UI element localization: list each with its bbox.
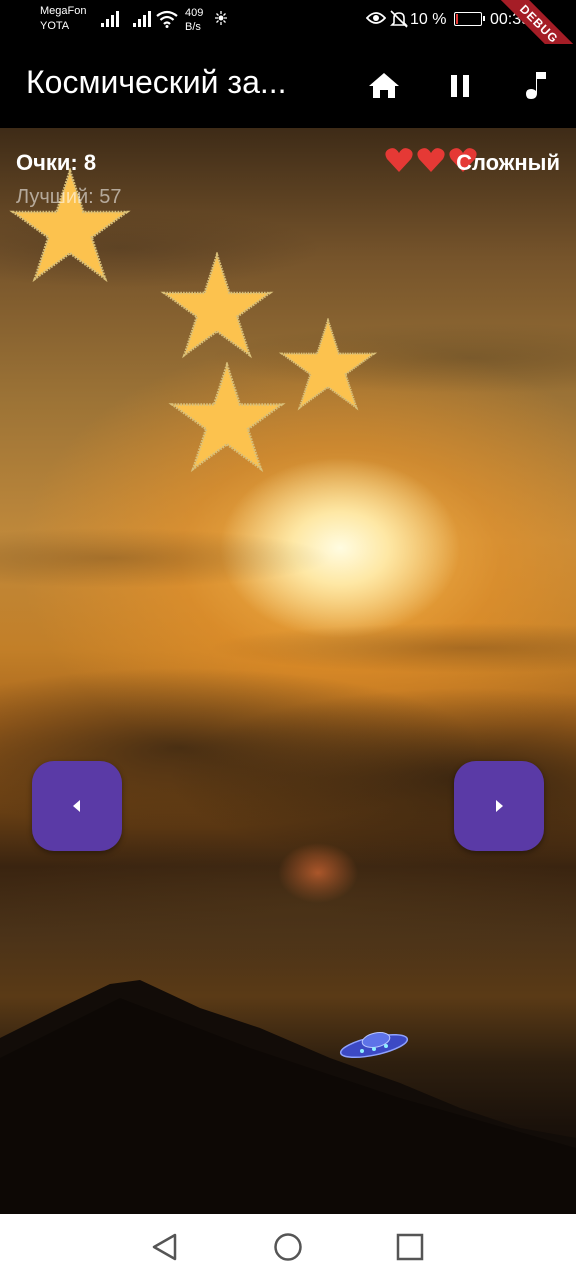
nav-back-button[interactable] xyxy=(148,1230,182,1264)
home-icon xyxy=(369,73,399,98)
signal-icon xyxy=(133,11,151,27)
nav-recents-button[interactable] xyxy=(393,1230,427,1264)
heart-icon xyxy=(417,148,445,172)
carrier-2: YOTA xyxy=(40,20,70,32)
wifi-icon xyxy=(156,10,178,28)
recents-icon xyxy=(396,1233,424,1261)
sync-icon xyxy=(215,11,227,25)
app-title: Космический за... xyxy=(26,64,287,100)
ufo-player[interactable] xyxy=(338,1024,412,1064)
star-item xyxy=(160,252,274,359)
star-item xyxy=(278,318,378,411)
move-left-button[interactable] xyxy=(32,761,122,851)
game-area[interactable]: Очки: 8 Лучший: 57 Сложный xyxy=(0,128,576,1214)
music-button[interactable] xyxy=(514,64,558,108)
signal-icon xyxy=(101,11,119,27)
star-item xyxy=(168,362,286,473)
arrow-left-icon xyxy=(73,800,80,812)
move-right-button[interactable] xyxy=(454,761,544,851)
carrier-info: MegaFon YOTA xyxy=(40,4,86,34)
home-circle-icon xyxy=(274,1233,302,1261)
mute-icon xyxy=(390,10,408,28)
pause-button[interactable] xyxy=(438,64,482,108)
home-button[interactable] xyxy=(362,64,406,108)
back-icon xyxy=(152,1233,177,1261)
battery-icon xyxy=(454,12,485,26)
carrier-1: MegaFon xyxy=(40,5,87,17)
pause-icon xyxy=(451,75,469,97)
heart-icon xyxy=(385,148,413,172)
music-icon xyxy=(526,72,546,99)
system-nav-bar xyxy=(0,1214,576,1280)
best-score-label: Лучший: 57 xyxy=(16,186,122,208)
difficulty-label: Сложный xyxy=(456,150,560,175)
arrow-right-icon xyxy=(496,800,503,812)
status-bar: MegaFon YOTA 409 B/s 10 % 00:39 DEBUG xyxy=(0,0,576,44)
net-speed: 409 B/s xyxy=(185,6,203,34)
nav-home-button[interactable] xyxy=(271,1230,305,1264)
net-speed-unit: B/s xyxy=(185,21,201,33)
mountain-silhouette xyxy=(0,980,576,1214)
battery-percent: 10 % xyxy=(410,11,447,28)
eye-icon xyxy=(366,12,386,24)
app-bar: Космический за... xyxy=(0,44,576,128)
net-speed-value: 409 xyxy=(185,7,204,19)
battery-level xyxy=(456,14,458,24)
